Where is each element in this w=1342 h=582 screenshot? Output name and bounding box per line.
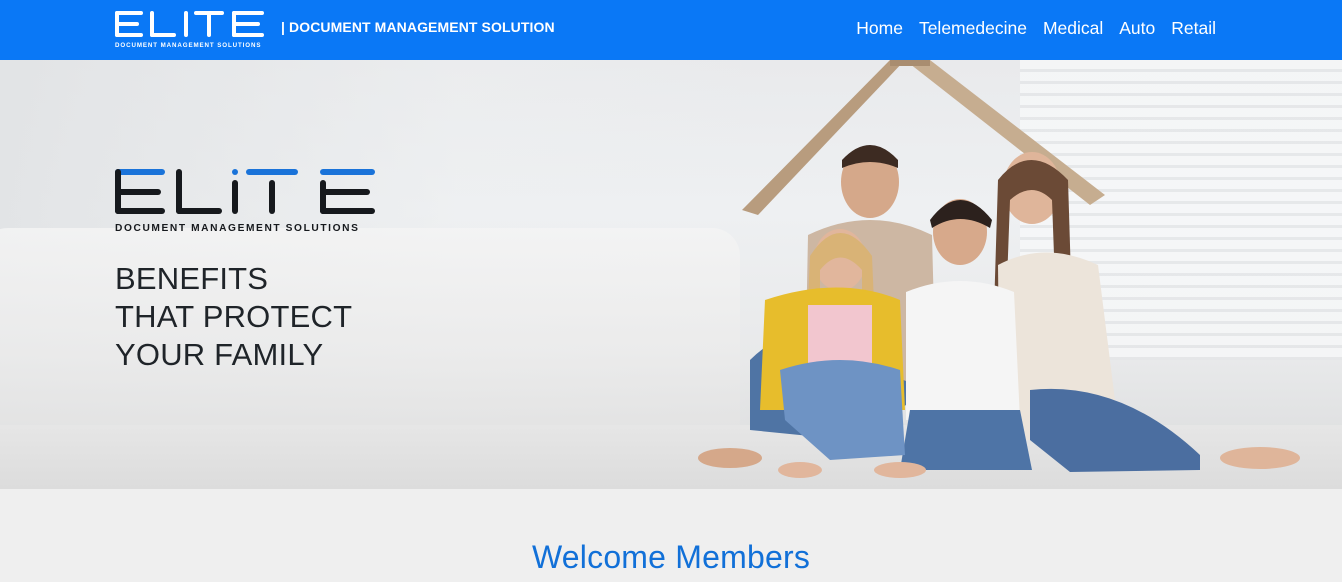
main-nav: Home Telemedecine Medical Auto Retail: [856, 18, 1216, 39]
family-photo: [698, 60, 1300, 478]
nav-link-medical[interactable]: Medical: [1043, 18, 1103, 39]
nav-logo-subtext: DOCUMENT MANAGEMENT SOLUTIONS: [115, 42, 261, 49]
headline-line-3: YOUR FAMILY: [115, 337, 324, 372]
elite-logo[interactable]: DOCUMENT MANAGEMENT SOLUTIONS: [114, 9, 266, 49]
hero-logo-subtext: DOCUMENT MANAGEMENT SOLUTIONS: [115, 223, 359, 234]
welcome-title: Welcome Members: [531, 539, 811, 575]
hero-elite-logo: DOCUMENT MANAGEMENT SOLUTIONS: [114, 168, 378, 236]
elite-logo-mark: DOCUMENT MANAGEMENT SOLUTIONS: [115, 11, 264, 49]
hero-banner: DOCUMENT MANAGEMENT SOLUTIONS BENEFITS T…: [0, 60, 1342, 489]
nav-link-auto[interactable]: Auto: [1119, 18, 1155, 39]
headline-line-2: THAT PROTECT: [115, 299, 353, 334]
top-navbar: DOCUMENT MANAGEMENT SOLUTIONS | DOCUMENT…: [0, 0, 1342, 60]
hero-logo-mark: DOCUMENT MANAGEMENT SOLUTIONS: [115, 169, 375, 234]
headline-line-1: BENEFITS: [115, 261, 269, 296]
nav-link-retail[interactable]: Retail: [1171, 18, 1216, 39]
nav-link-telemedecine[interactable]: Telemedecine: [919, 18, 1027, 39]
hero-headline: BENEFITS THAT PROTECT YOUR FAMILY: [115, 260, 352, 374]
nav-link-home[interactable]: Home: [856, 18, 903, 39]
nav-tagline: | DOCUMENT MANAGEMENT SOLUTION: [281, 19, 555, 35]
welcome-section: Welcome Members: [0, 489, 1342, 582]
